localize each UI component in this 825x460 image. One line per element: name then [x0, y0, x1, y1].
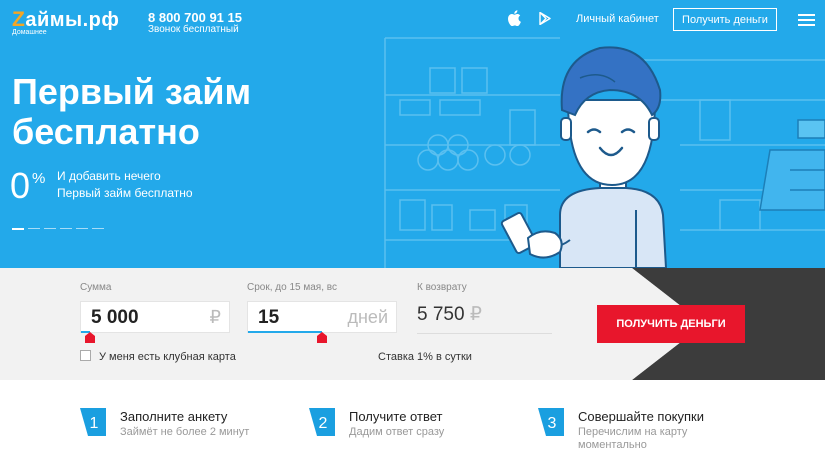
hero-title-line2: бесплатно — [12, 111, 200, 152]
return-unit: ₽ — [469, 304, 482, 325]
svg-text:3: 3 — [548, 415, 557, 432]
slide-dot[interactable] — [44, 228, 56, 229]
slide-headline: И добавить нечего — [57, 169, 161, 183]
club-card-label[interactable]: У меня есть клубная карта — [99, 351, 236, 363]
sum-value: 5 000 — [91, 307, 139, 328]
slide-dot[interactable] — [60, 228, 72, 229]
step-subtitle: Дадим ответ сразу — [349, 426, 445, 438]
return-label: К возврату — [417, 282, 467, 293]
personal-cabinet-link[interactable]: Личный кабинет — [576, 13, 659, 25]
slide-subtitle: Первый займ бесплатно — [57, 186, 193, 200]
ruble-unit: ₽ — [209, 307, 221, 327]
sum-input[interactable]: 5 000 ₽ — [80, 301, 230, 343]
term-input[interactable]: 15 дней — [247, 301, 397, 343]
step-title: Совершайте покупки — [578, 409, 705, 424]
svg-text:2: 2 — [319, 415, 328, 432]
rate-text: Ставка 1% в сутки — [378, 351, 472, 363]
logo-text: аймы.рф — [25, 9, 120, 31]
svg-text:1: 1 — [90, 415, 99, 432]
step-title: Заполните анкету — [120, 409, 228, 424]
sum-slider-handle[interactable] — [85, 332, 95, 343]
step-subtitle: Перечислим на карту моментально — [578, 426, 688, 451]
term-label: Срок, до 15 мая, вс — [247, 282, 337, 293]
slide-dot[interactable] — [28, 228, 40, 229]
get-money-button[interactable]: ПОЛУЧИТЬ ДЕНЬГИ — [597, 305, 745, 343]
zero-rate-percent: % — [32, 170, 46, 187]
phone-number[interactable]: 8 800 700 91 15 — [148, 10, 242, 25]
logo-subtitle: Домашнее — [12, 29, 47, 36]
apple-icon[interactable] — [507, 10, 521, 26]
step-subtitle: Займёт не более 2 минут — [120, 426, 250, 438]
club-card-checkbox[interactable] — [80, 350, 91, 361]
return-value: 5 750 — [417, 304, 465, 325]
slide-dot[interactable] — [12, 227, 24, 230]
hero-title-line1: Первый займ — [12, 71, 252, 112]
step-title: Получите ответ — [349, 409, 443, 424]
get-money-top-button[interactable]: Получить деньги — [673, 8, 777, 31]
step-number-icon: 1 — [80, 408, 106, 436]
step-number-icon: 2 — [309, 408, 335, 436]
term-slider-handle[interactable] — [316, 332, 327, 343]
term-value: 15 — [258, 307, 280, 328]
hero-banner: Zаймы.рф Домашнее 8 800 700 91 15 Звонок… — [0, 0, 825, 268]
return-underline — [417, 333, 552, 334]
step-number-icon: 3 — [538, 408, 564, 436]
slide-dot[interactable] — [76, 228, 88, 229]
google-play-icon[interactable] — [539, 12, 551, 25]
phone-subtitle: Звонок бесплатный — [148, 24, 239, 35]
slide-pagination — [12, 227, 104, 230]
hero-title: Первый займ бесплатно — [12, 72, 251, 152]
top-navigation: Zаймы.рф Домашнее 8 800 700 91 15 Звонок… — [0, 0, 825, 44]
zero-rate-number: 0 — [10, 165, 31, 206]
sum-label: Сумма — [80, 282, 112, 293]
logo-z-mark: Z — [12, 8, 26, 31]
return-amount: 5 750 ₽ — [417, 303, 482, 326]
days-unit: дней — [347, 307, 388, 327]
term-slider-track[interactable] — [248, 331, 322, 333]
hamburger-menu-icon[interactable] — [798, 14, 815, 29]
slide-dot[interactable] — [92, 228, 104, 229]
